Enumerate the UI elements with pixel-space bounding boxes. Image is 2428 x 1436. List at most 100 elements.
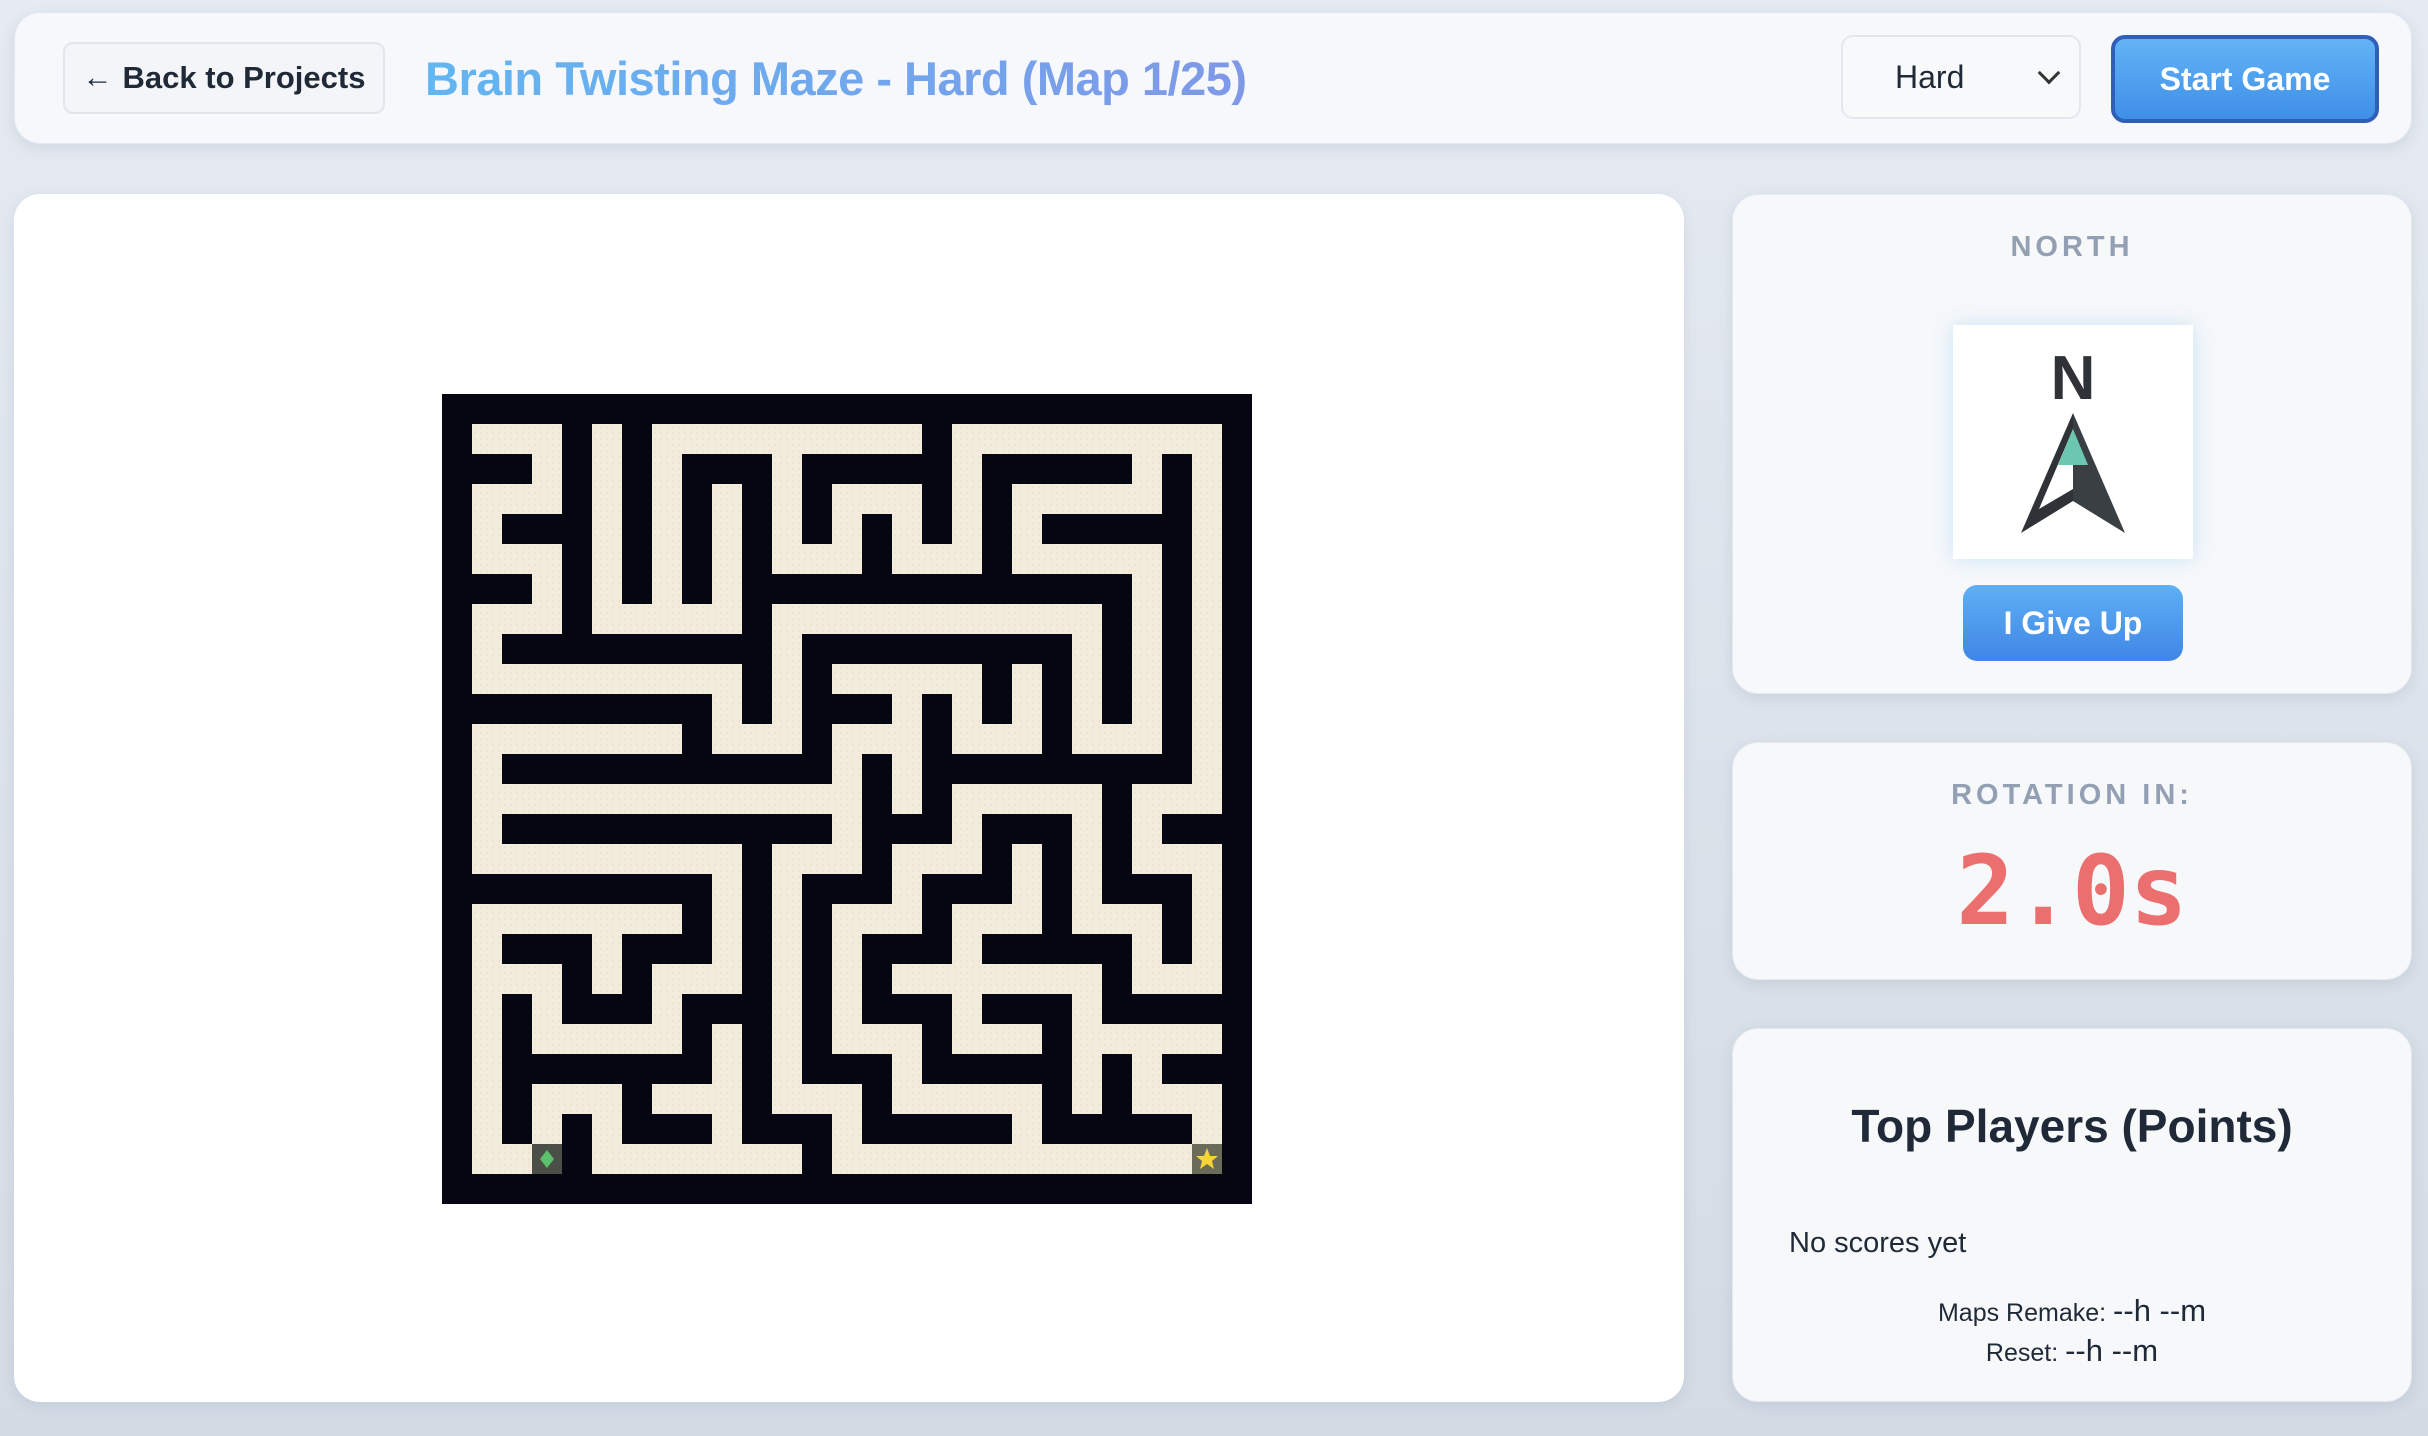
maze-path-cell [1072, 694, 1102, 724]
maze-path-cell [1162, 1084, 1192, 1114]
maze-path-cell [892, 424, 922, 454]
maze-path-cell [1132, 454, 1162, 484]
maze-path-cell [832, 484, 862, 514]
maze-path-cell [892, 604, 922, 634]
maze-path-cell [1132, 484, 1162, 514]
give-up-button[interactable]: I Give Up [1963, 585, 2183, 661]
maze-path-cell [682, 1144, 712, 1174]
maze-path-cell [502, 1144, 532, 1174]
maze-path-cell [652, 904, 682, 934]
maze-path-cell [892, 1084, 922, 1114]
maze-path-cell [952, 994, 982, 1024]
maze-path-cell [652, 484, 682, 514]
goal-marker [1192, 1144, 1222, 1174]
top-bar: ← Back to Projects Brain Twisting Maze -… [14, 12, 2412, 144]
maze-path-cell [472, 1144, 502, 1174]
maze-path-cell [652, 964, 682, 994]
maze-path-cell [772, 1024, 802, 1054]
maze-path-cell [862, 1144, 892, 1174]
maze-path-cell [532, 454, 562, 484]
maze-path-cell [832, 964, 862, 994]
maze-path-cell [682, 964, 712, 994]
maze-path-cell [952, 1024, 982, 1054]
maze-path-cell [712, 1144, 742, 1174]
maze-path-cell [832, 604, 862, 634]
maze-path-cell [652, 994, 682, 1024]
maze-path-cell [952, 844, 982, 874]
maze-path-cell [772, 964, 802, 994]
maze-path-cell [892, 1144, 922, 1174]
maze-path-cell [742, 724, 772, 754]
maze-path-cell [832, 844, 862, 874]
back-to-projects-button[interactable]: ← Back to Projects [63, 42, 385, 114]
maze-path-cell [712, 1114, 742, 1144]
maze-path-cell [1012, 544, 1042, 574]
maze-path-cell [862, 484, 892, 514]
maze-path-cell [592, 784, 622, 814]
difficulty-select[interactable]: Hard [1841, 35, 2081, 119]
maze-path-cell [982, 904, 1012, 934]
maze-path-cell [712, 844, 742, 874]
maze-path-cell [802, 544, 832, 574]
maze-path-cell [742, 1144, 772, 1174]
maps-remake-line: Maps Remake: --h --m [1733, 1293, 2411, 1329]
maze-path-cell [532, 1024, 562, 1054]
maze-path-cell [922, 964, 952, 994]
maze-path-cell [832, 424, 862, 454]
maze-path-cell [682, 664, 712, 694]
maze-path-cell [832, 1114, 862, 1144]
maze-path-cell [1012, 1084, 1042, 1114]
maze-path-cell [1012, 1114, 1042, 1144]
maze-path-cell [1042, 484, 1072, 514]
maze-path-cell [1012, 874, 1042, 904]
compass-display: N [1953, 325, 2193, 559]
maze-path-cell [592, 844, 622, 874]
maze-path-cell [712, 1054, 742, 1084]
maze-path-cell [532, 1084, 562, 1114]
maze-path-cell [652, 574, 682, 604]
maze-path-cell [952, 604, 982, 634]
maze-path-cell [772, 424, 802, 454]
maze-path-cell [502, 784, 532, 814]
maze-path-cell [592, 1024, 622, 1054]
maze-path-cell [532, 724, 562, 754]
maze-path-cell [832, 544, 862, 574]
maze-path-cell [1132, 424, 1162, 454]
maze-path-cell [1132, 784, 1162, 814]
maze-path-cell [652, 784, 682, 814]
maze-path-cell [1072, 964, 1102, 994]
maze-path-cell [1192, 964, 1222, 994]
maze-path-cell [532, 664, 562, 694]
maze-path-cell [772, 664, 802, 694]
maze-path-cell [592, 544, 622, 574]
maze-board[interactable] [442, 394, 1252, 1204]
maze-path-cell [772, 874, 802, 904]
start-game-button[interactable]: Start Game [2111, 35, 2379, 123]
maze-path-cell [1192, 874, 1222, 904]
start-marker [532, 1144, 562, 1174]
game-panel [14, 194, 1684, 1402]
maze-path-cell [1132, 694, 1162, 724]
maze-path-cell [592, 574, 622, 604]
maze-path-cell [862, 664, 892, 694]
maze-path-cell [1162, 424, 1192, 454]
maze-path-cell [682, 424, 712, 454]
maze-path-cell [862, 424, 892, 454]
maze-path-cell [1012, 514, 1042, 544]
maze-path-cell [1072, 664, 1102, 694]
maze-path-cell [1132, 964, 1162, 994]
maze-path-cell [1162, 964, 1192, 994]
maze-path-cell [1132, 574, 1162, 604]
maze-path-cell [1102, 724, 1132, 754]
maze-path-cell [1072, 604, 1102, 634]
maze-path-cell [502, 544, 532, 574]
maze-path-cell [772, 844, 802, 874]
maze-path-cell [592, 1084, 622, 1114]
maze-path-cell [712, 724, 742, 754]
maze-path-cell [1132, 934, 1162, 964]
maze-path-cell [472, 964, 502, 994]
maze-path-cell [562, 904, 592, 934]
maze-path-cell [1012, 484, 1042, 514]
maze-path-cell [532, 994, 562, 1024]
maze-path-cell [922, 604, 952, 634]
